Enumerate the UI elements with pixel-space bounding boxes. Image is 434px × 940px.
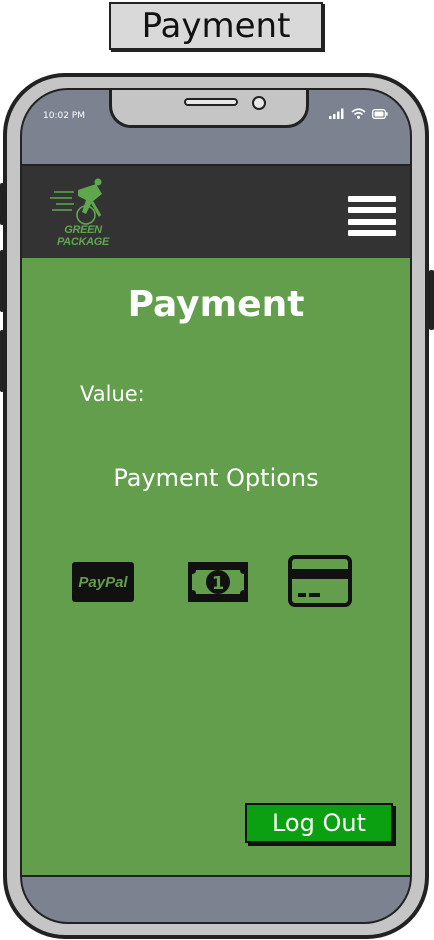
- cash-icon: 1: [188, 562, 248, 602]
- app-header: GREEN PACKAGE: [22, 164, 410, 260]
- front-camera: [252, 96, 266, 110]
- wifi-icon: [351, 108, 366, 119]
- logo: GREEN PACKAGE: [40, 178, 126, 248]
- hamburger-menu-icon[interactable]: [348, 196, 396, 236]
- phone-bezel: 10:02 PM GREEN PACKAGE Payment Value: Pa…: [20, 88, 412, 924]
- cash-option[interactable]: 1: [186, 560, 250, 604]
- phone-notch: [109, 90, 309, 128]
- phone-screen: 10:02 PM GREEN PACKAGE Payment Value: Pa…: [22, 90, 410, 922]
- menu-bar-2: [348, 207, 396, 214]
- payment-options-heading: Payment Options: [113, 464, 319, 492]
- status-icons: [329, 108, 388, 119]
- payment-content: Payment Value: Payment Options PayPal 1: [22, 258, 410, 877]
- menu-bar-3: [348, 218, 396, 225]
- cyclist-logo-icon: [50, 178, 102, 225]
- battery-icon: [372, 109, 388, 119]
- side-button-right: [429, 270, 434, 330]
- credit-card-icon: [288, 555, 352, 607]
- logo-text: GREEN PACKAGE: [56, 224, 110, 248]
- paypal-option[interactable]: PayPal: [72, 562, 134, 602]
- cash-denomination: 1: [212, 573, 225, 594]
- signal-icon: [329, 108, 344, 119]
- card-option[interactable]: [288, 555, 352, 607]
- speaker-grille: [184, 98, 238, 106]
- paypal-icon: PayPal: [78, 573, 128, 591]
- phone-frame: 10:02 PM GREEN PACKAGE Payment Value: Pa…: [7, 77, 425, 935]
- phone-device: 10:02 PM GREEN PACKAGE Payment Value: Pa…: [3, 73, 429, 939]
- value-label: Value:: [80, 382, 145, 406]
- page-title: Payment: [127, 284, 305, 325]
- menu-bar-4: [348, 229, 396, 236]
- mockup-title-label: Payment: [109, 2, 323, 50]
- menu-bar-1: [348, 196, 396, 202]
- logout-button[interactable]: Log Out: [245, 803, 393, 843]
- status-time: 10:02 PM: [43, 111, 85, 121]
